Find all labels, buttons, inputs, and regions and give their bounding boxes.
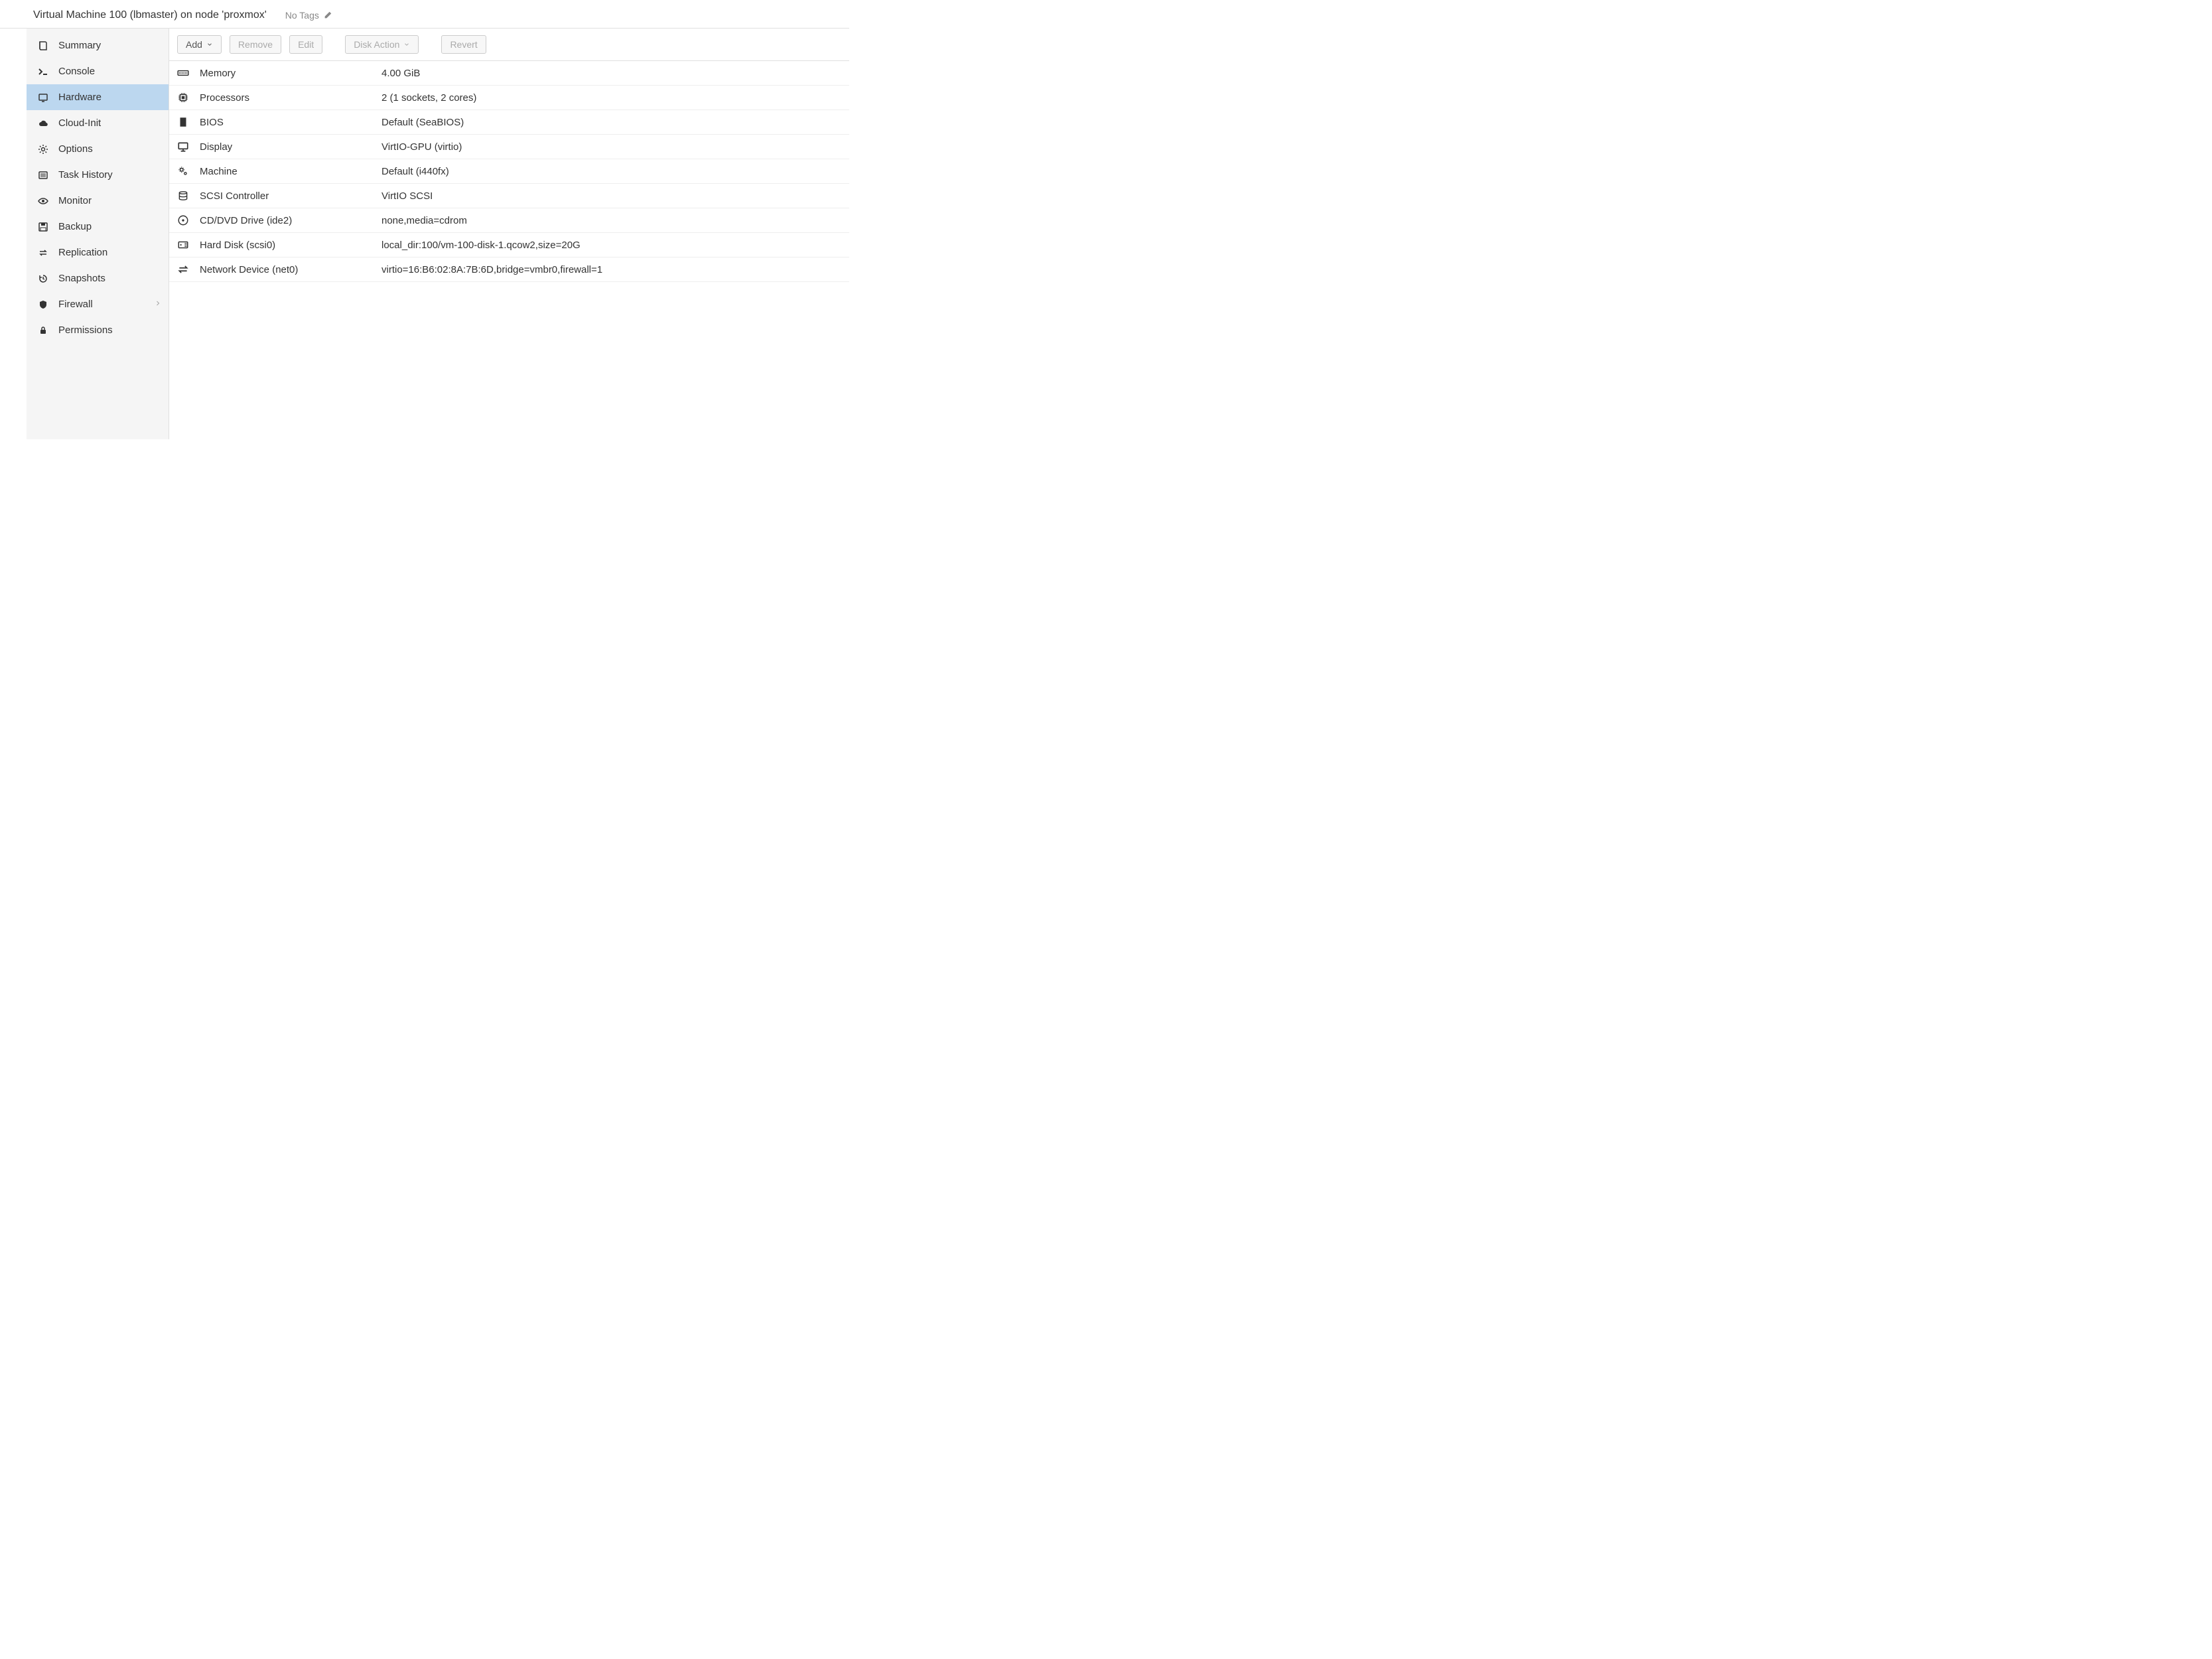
save-icon <box>37 222 49 232</box>
hardware-value: VirtIO-GPU (virtio) <box>381 141 843 153</box>
page-title: Virtual Machine 100 (lbmaster) on node '… <box>33 9 267 21</box>
hardware-label: Display <box>200 141 372 153</box>
disc-icon <box>176 214 190 226</box>
hardware-value: Default (SeaBIOS) <box>381 117 843 128</box>
hardware-row[interactable]: BIOS Default (SeaBIOS) <box>169 110 849 135</box>
hardware-row[interactable]: Machine Default (i440fx) <box>169 159 849 184</box>
sidebar-item-label: Backup <box>58 221 92 232</box>
bios-icon <box>176 116 190 128</box>
pencil-icon <box>323 11 332 20</box>
chevron-right-icon <box>154 299 162 310</box>
swap-icon <box>176 263 190 275</box>
page-header: Virtual Machine 100 (lbmaster) on node '… <box>0 0 849 28</box>
hardware-value: Default (i440fx) <box>381 166 843 177</box>
stack-icon <box>176 190 190 202</box>
sidebar-item-monitor[interactable]: Monitor <box>27 188 169 214</box>
hardware-value: 2 (1 sockets, 2 cores) <box>381 92 843 104</box>
sidebar-item-options[interactable]: Options <box>27 136 169 162</box>
hardware-label: CD/DVD Drive (ide2) <box>200 215 372 226</box>
sidebar-item-summary[interactable]: Summary <box>27 33 169 58</box>
sidebar-item-label: Cloud-Init <box>58 117 101 129</box>
sidebar-item-label: Summary <box>58 40 101 51</box>
sidebar-item-label: Permissions <box>58 325 113 336</box>
sidebar-item-label: Monitor <box>58 195 92 206</box>
no-tags-label: No Tags <box>285 10 319 21</box>
sidebar-item-snapshots[interactable]: Snapshots <box>27 265 169 291</box>
hardware-label: Processors <box>200 92 372 104</box>
hardware-row[interactable]: Display VirtIO-GPU (virtio) <box>169 135 849 159</box>
hardware-row[interactable]: Network Device (net0) virtio=16:B6:02:8A:… <box>169 257 849 282</box>
hardware-row[interactable]: Memory 4.00 GiB <box>169 61 849 86</box>
add-button[interactable]: Add <box>177 35 222 54</box>
shield-icon <box>37 299 49 310</box>
sidebar-item-label: Hardware <box>58 92 102 103</box>
list-icon <box>37 170 49 180</box>
sidebar-item-cloud-init[interactable]: Cloud-Init <box>27 110 169 136</box>
edit-button[interactable]: Edit <box>289 35 322 54</box>
remove-button-label: Remove <box>238 39 273 50</box>
main-panel: Add Remove Edit Disk Action Revert <box>169 29 849 439</box>
hardware-label: SCSI Controller <box>200 190 372 202</box>
hardware-row[interactable]: SCSI Controller VirtIO SCSI <box>169 184 849 208</box>
cogs-icon <box>176 165 190 177</box>
hardware-label: Hard Disk (scsi0) <box>200 240 372 251</box>
chevron-down-icon <box>403 41 410 48</box>
hdd-icon <box>176 239 190 251</box>
add-button-label: Add <box>186 39 202 50</box>
hardware-value: VirtIO SCSI <box>381 190 843 202</box>
hardware-value: local_dir:100/vm-100-disk-1.qcow2,size=2… <box>381 240 843 251</box>
sidebar-item-label: Options <box>58 143 93 155</box>
sidebar-item-backup[interactable]: Backup <box>27 214 169 240</box>
sidebar-item-label: Firewall <box>58 299 93 310</box>
eye-icon <box>37 196 49 206</box>
sidebar-item-permissions[interactable]: Permissions <box>27 317 169 343</box>
hardware-value: none,media=cdrom <box>381 215 843 226</box>
sidebar-item-label: Snapshots <box>58 273 105 284</box>
sidebar: Summary Console Hardware Cloud-Init Options T… <box>27 29 169 439</box>
sidebar-item-label: Console <box>58 66 95 77</box>
chevron-down-icon <box>206 41 213 48</box>
history-icon <box>37 273 49 284</box>
sidebar-item-firewall[interactable]: Firewall <box>27 291 169 317</box>
hardware-label: Network Device (net0) <box>200 264 372 275</box>
sidebar-item-label: Task History <box>58 169 113 180</box>
disk-action-button-label: Disk Action <box>354 39 399 50</box>
remove-button[interactable]: Remove <box>230 35 281 54</box>
display-icon <box>176 141 190 153</box>
hardware-label: Memory <box>200 68 372 79</box>
gear-icon <box>37 144 49 155</box>
hardware-list: Memory 4.00 GiB Processors 2 (1 sockets, 2 … <box>169 61 849 282</box>
sidebar-item-console[interactable]: Console <box>27 58 169 84</box>
edit-button-label: Edit <box>298 39 314 50</box>
cloud-icon <box>37 118 49 129</box>
monitor-icon <box>37 92 49 103</box>
hardware-label: Machine <box>200 166 372 177</box>
revert-button-label: Revert <box>450 39 477 50</box>
hardware-value: 4.00 GiB <box>381 68 843 79</box>
sidebar-item-label: Replication <box>58 247 107 258</box>
hardware-label: BIOS <box>200 117 372 128</box>
exchange-icon <box>37 248 49 258</box>
tags-edit[interactable]: No Tags <box>285 10 332 21</box>
hardware-value: virtio=16:B6:02:8A:7B:6D,bridge=vmbr0,fi… <box>381 264 843 275</box>
revert-button[interactable]: Revert <box>441 35 486 54</box>
book-icon <box>37 40 49 51</box>
cpu-icon <box>176 92 190 104</box>
hardware-row[interactable]: Processors 2 (1 sockets, 2 cores) <box>169 86 849 110</box>
memory-icon <box>176 67 190 79</box>
terminal-icon <box>37 66 49 77</box>
sidebar-item-task-history[interactable]: Task History <box>27 162 169 188</box>
disk-action-button[interactable]: Disk Action <box>345 35 419 54</box>
toolbar: Add Remove Edit Disk Action Revert <box>169 29 849 61</box>
sidebar-item-hardware[interactable]: Hardware <box>27 84 169 110</box>
sidebar-item-replication[interactable]: Replication <box>27 240 169 265</box>
hardware-row[interactable]: CD/DVD Drive (ide2) none,media=cdrom <box>169 208 849 233</box>
hardware-row[interactable]: Hard Disk (scsi0) local_dir:100/vm-100-di… <box>169 233 849 257</box>
lock-icon <box>37 325 49 336</box>
